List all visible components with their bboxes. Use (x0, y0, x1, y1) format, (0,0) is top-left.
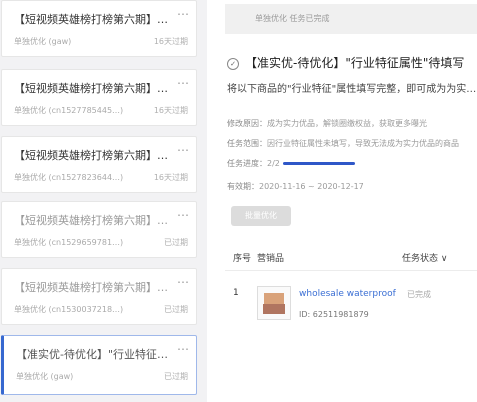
task-list-panel: 【短视频英雄榜打榜第六期】为曝光产… ⋯ 单独优化 (gaw) 16天过期 【短… (0, 0, 207, 402)
task-status: 已过期 (164, 372, 188, 381)
column-header-no: 序号 (233, 254, 252, 264)
task-status: 16天过期 (153, 106, 188, 115)
task-list-item-selected[interactable]: 【准实优-待优化】"行业特征属性"待填… ⋯ 单独优化 (gaw) 已过期 (1, 335, 197, 395)
reason-value: 成为实力优品，解锁圈缴权益，获取更多曝光 (267, 119, 427, 128)
status-banner: 单独优化 任务已完成 (225, 4, 477, 34)
divider (225, 270, 477, 271)
task-title: 【短视频英雄榜打榜第六期】为曝光产… (14, 214, 174, 227)
task-title: 【短视频英雄榜打榜第六期】为曝光产… (14, 82, 174, 95)
scope-row: 任务范围：因行业特征属性未填写，导致无法成为实力优品的商品 (227, 138, 459, 149)
task-list-item[interactable]: 【短视频英雄榜打榜第六期】为曝光产… ⋯ 单独优化 (cn1530037218…… (1, 268, 197, 325)
product-id: ID: 62511981879 (299, 310, 369, 319)
task-title: 【准实优-待优化】"行业特征属性"待填… (16, 348, 176, 361)
reason-row: 修改原因：成为实力优品，解锁圈缴权益，获取更多曝光 (227, 118, 427, 129)
task-status: 16天过期 (153, 37, 188, 46)
product-thumbnail[interactable] (257, 286, 291, 320)
period-row: 有效期：2020-11-16 ~ 2020-12-17 (227, 181, 364, 192)
task-detail-panel: 单独优化 任务已完成 ✓ 【准实优-待优化】"行业特征属性"待填写 将以下商品的"… (219, 0, 477, 402)
check-circle-icon: ✓ (227, 58, 239, 70)
reason-label: 修改原因： (227, 119, 267, 128)
task-heading: ✓ 【准实优-待优化】"行业特征属性"待填写 (227, 54, 464, 71)
product-task-status: 已完成 (407, 290, 431, 299)
column-header-status[interactable]: 任务状态 ∨ (402, 251, 447, 264)
scope-label: 任务范围： (227, 139, 267, 148)
progress-bar (283, 162, 355, 165)
period-value: 2020-11-16 ~ 2020-12-17 (259, 182, 364, 191)
progress-value: 2/2 (267, 159, 280, 168)
more-options-icon[interactable]: ⋯ (177, 7, 190, 21)
task-list-item[interactable]: 【短视频英雄榜打榜第六期】为曝光产… ⋯ 单独优化 (cn1527823644…… (1, 136, 197, 193)
batch-optimize-button[interactable]: 批量优化 (231, 206, 291, 226)
task-title: 【短视频英雄榜打榜第六期】为曝光产… (14, 149, 174, 162)
scope-value: 因行业特征属性未填写，导致无法成为实力优品的商品 (267, 139, 459, 148)
task-subtitle: 单独优化 (cn1530037218…) (14, 305, 124, 314)
more-options-icon[interactable]: ⋯ (177, 275, 190, 289)
period-label: 有效期： (227, 182, 259, 191)
more-options-icon[interactable]: ⋯ (177, 342, 190, 356)
progress-row: 任务进度：2/2 (227, 158, 280, 169)
task-subtitle: 单独优化 (gaw) (14, 37, 72, 46)
task-status: 16天过期 (153, 173, 188, 182)
task-subtitle: 单独优化 (cn1529659781…) (14, 238, 124, 247)
progress-label: 任务进度： (227, 159, 267, 168)
task-status: 已过期 (164, 305, 188, 314)
task-list-item[interactable]: 【短视频英雄榜打榜第六期】为曝光产… ⋯ 单独优化 (gaw) 16天过期 (1, 0, 197, 57)
task-description: 将以下商品的"行业特征"属性填写完整，即可成为为实力优品 (227, 84, 477, 95)
row-number: 1 (233, 288, 239, 298)
task-subtitle: 单独优化 (cn1527785445…) (14, 106, 124, 115)
column-header-product: 营销品 (257, 254, 285, 264)
task-title: 【短视频英雄榜打榜第六期】为曝光产… (14, 13, 174, 26)
task-status: 已过期 (164, 238, 188, 247)
task-subtitle: 单独优化 (gaw) (16, 372, 74, 381)
task-subtitle: 单独优化 (cn1527823644…) (14, 173, 124, 182)
more-options-icon[interactable]: ⋯ (177, 143, 190, 157)
more-options-icon[interactable]: ⋯ (177, 76, 190, 90)
task-list-item[interactable]: 【短视频英雄榜打榜第六期】为曝光产… ⋯ 单独优化 (cn1529659781…… (1, 201, 197, 258)
task-title: 【短视频英雄榜打榜第六期】为曝光产… (14, 281, 174, 294)
task-detail-title: 【准实优-待优化】"行业特征属性"待填写 (245, 56, 465, 70)
task-list-item[interactable]: 【短视频英雄榜打榜第六期】为曝光产… ⋯ 单独优化 (cn1527785445…… (1, 69, 197, 126)
product-name-link[interactable]: wholesale waterproof kr... (299, 289, 399, 299)
more-options-icon[interactable]: ⋯ (177, 208, 190, 222)
